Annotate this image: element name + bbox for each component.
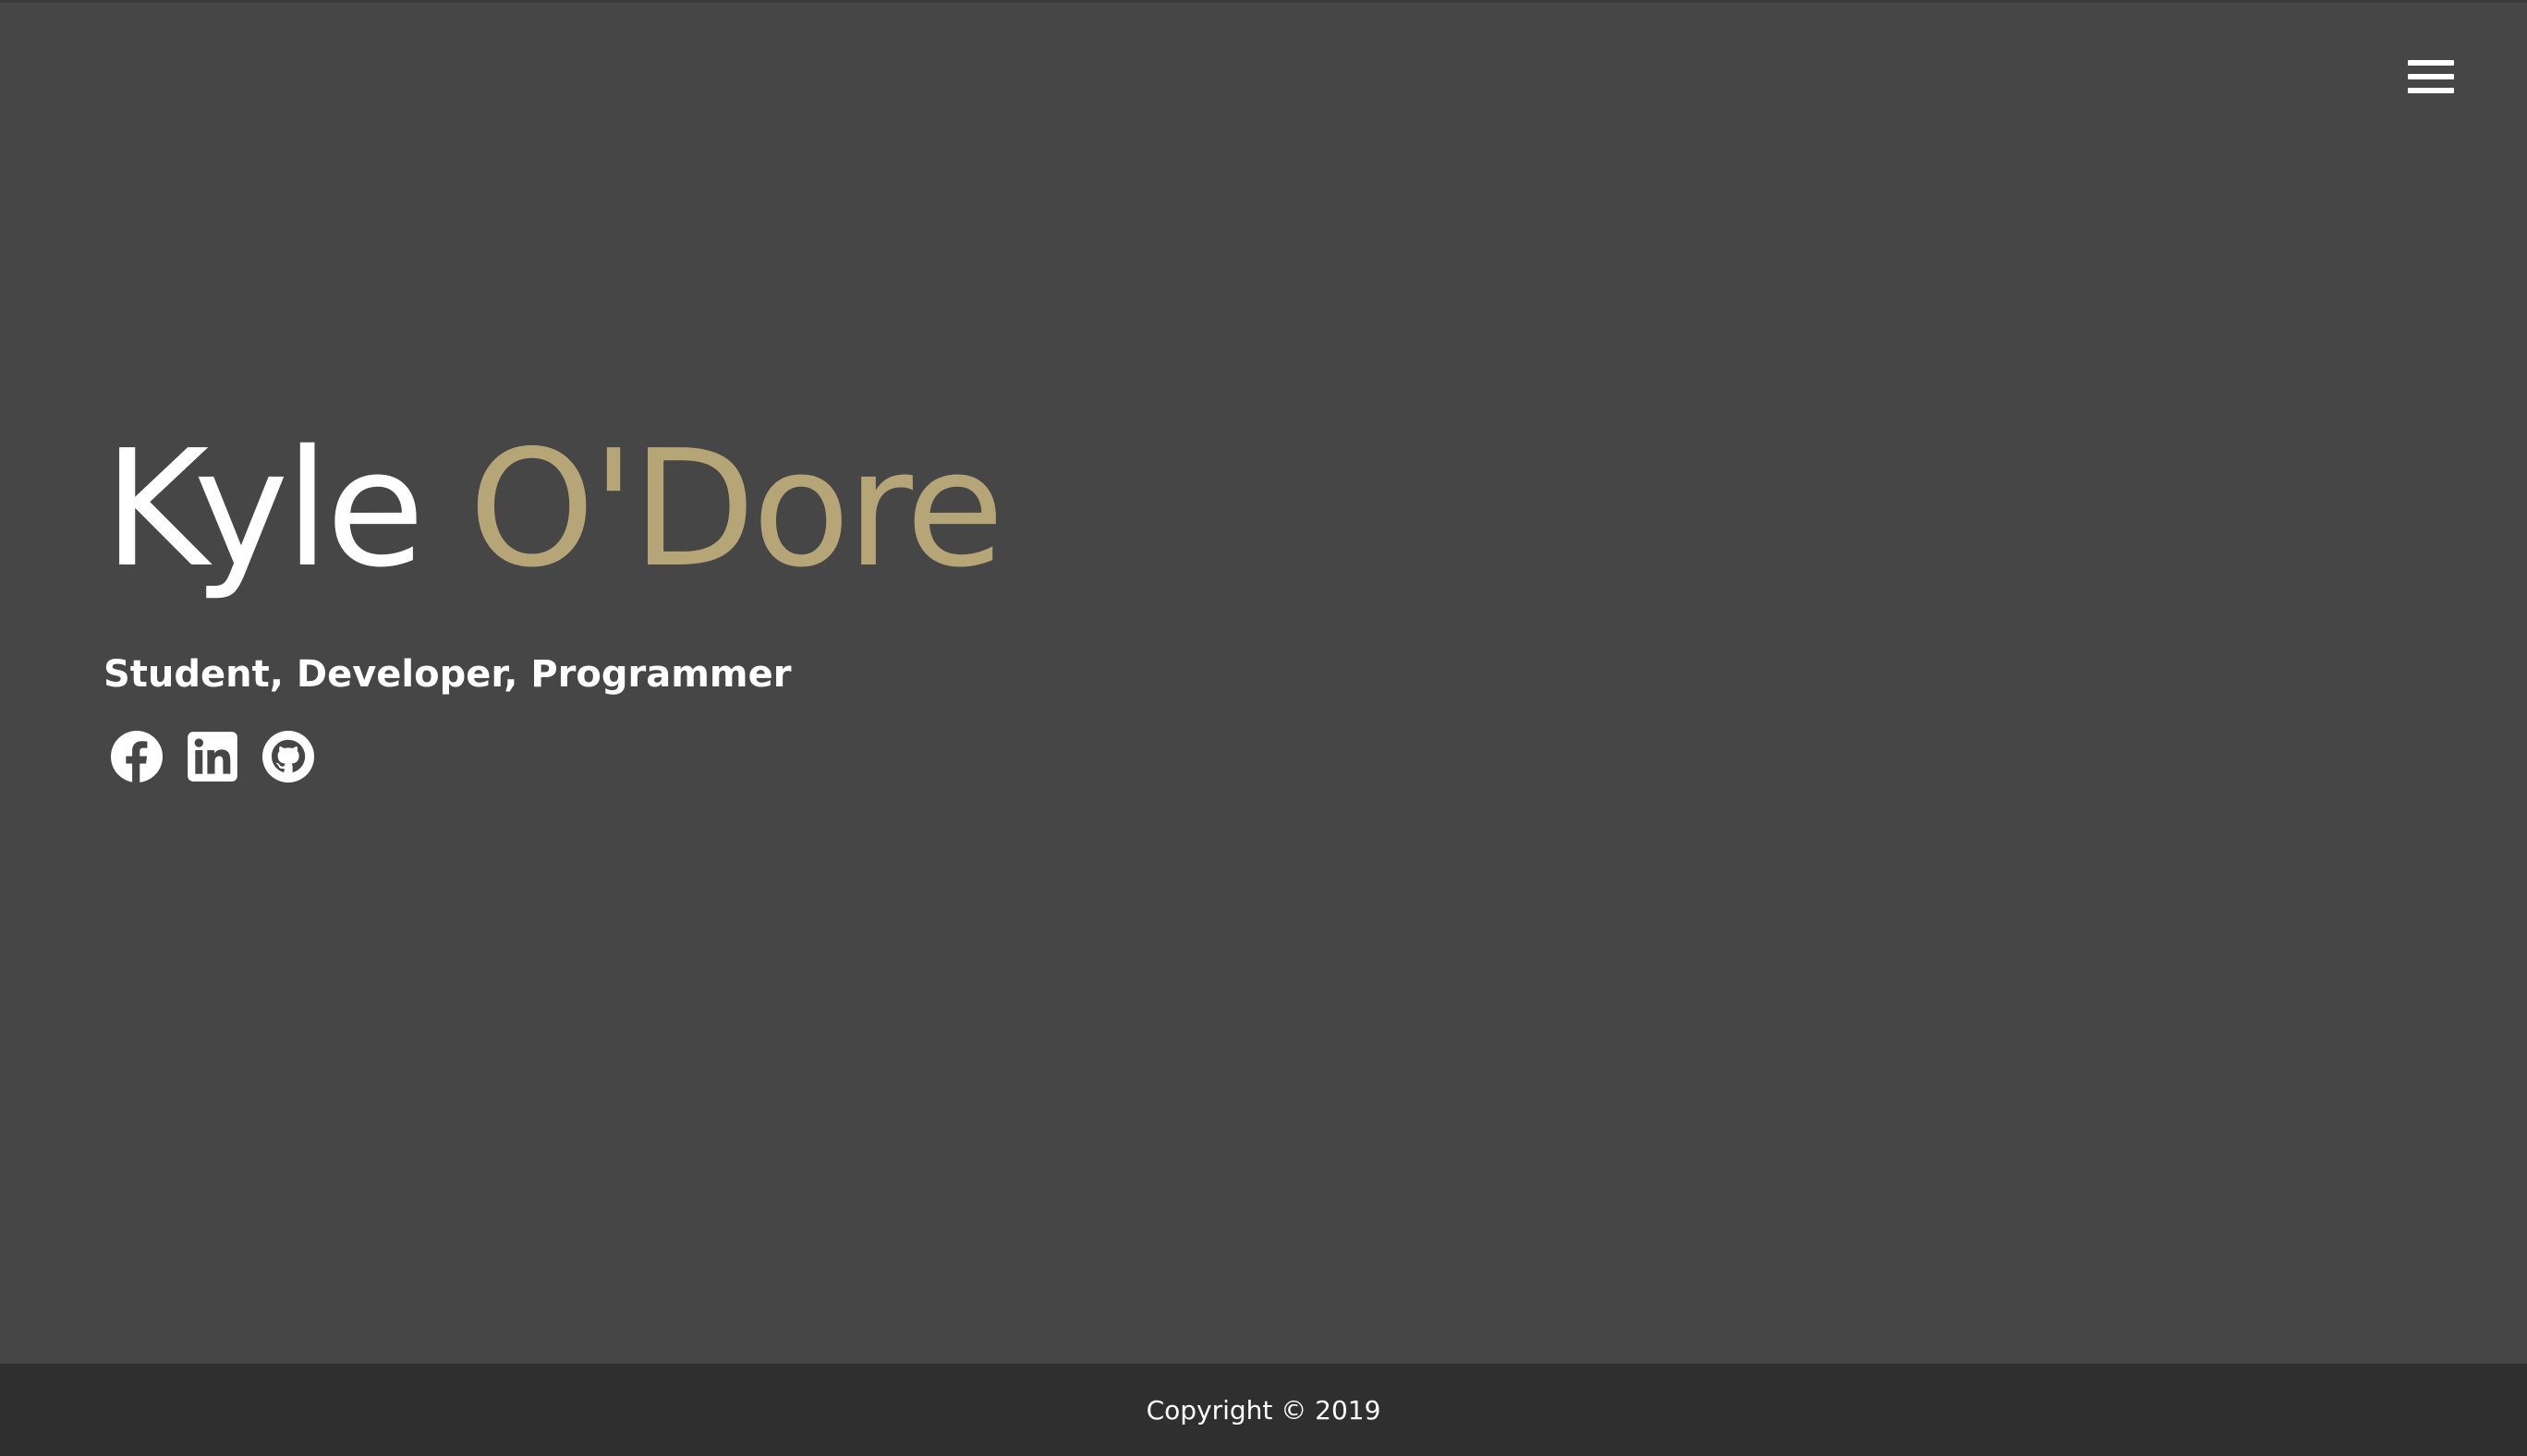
facebook-icon	[111, 731, 163, 783]
hero: Kyle O'Dore Student, Developer, Programm…	[103, 430, 1004, 783]
copyright-text: Copyright © 2019	[1146, 1394, 1381, 1426]
tagline: Student, Developer, Programmer	[103, 653, 792, 696]
linkedin-icon	[188, 732, 237, 782]
facebook-link[interactable]	[111, 731, 163, 783]
github-link[interactable]	[262, 731, 314, 783]
hamburger-menu-icon	[2408, 60, 2454, 66]
page: Kyle O'Dore Student, Developer, Programm…	[0, 0, 2527, 1456]
footer: Copyright © 2019	[0, 1364, 2527, 1456]
social-links	[111, 731, 1001, 783]
page-title: Kyle O'Dore	[103, 430, 1004, 590]
last-name: O'Dore	[468, 416, 1004, 603]
menu-button[interactable]	[2408, 58, 2454, 95]
first-name: Kyle	[103, 416, 425, 603]
linkedin-link[interactable]	[187, 731, 238, 783]
hamburger-menu-icon-bar	[2408, 74, 2454, 79]
github-icon	[262, 731, 314, 783]
hamburger-menu-icon-bar	[2408, 88, 2454, 93]
